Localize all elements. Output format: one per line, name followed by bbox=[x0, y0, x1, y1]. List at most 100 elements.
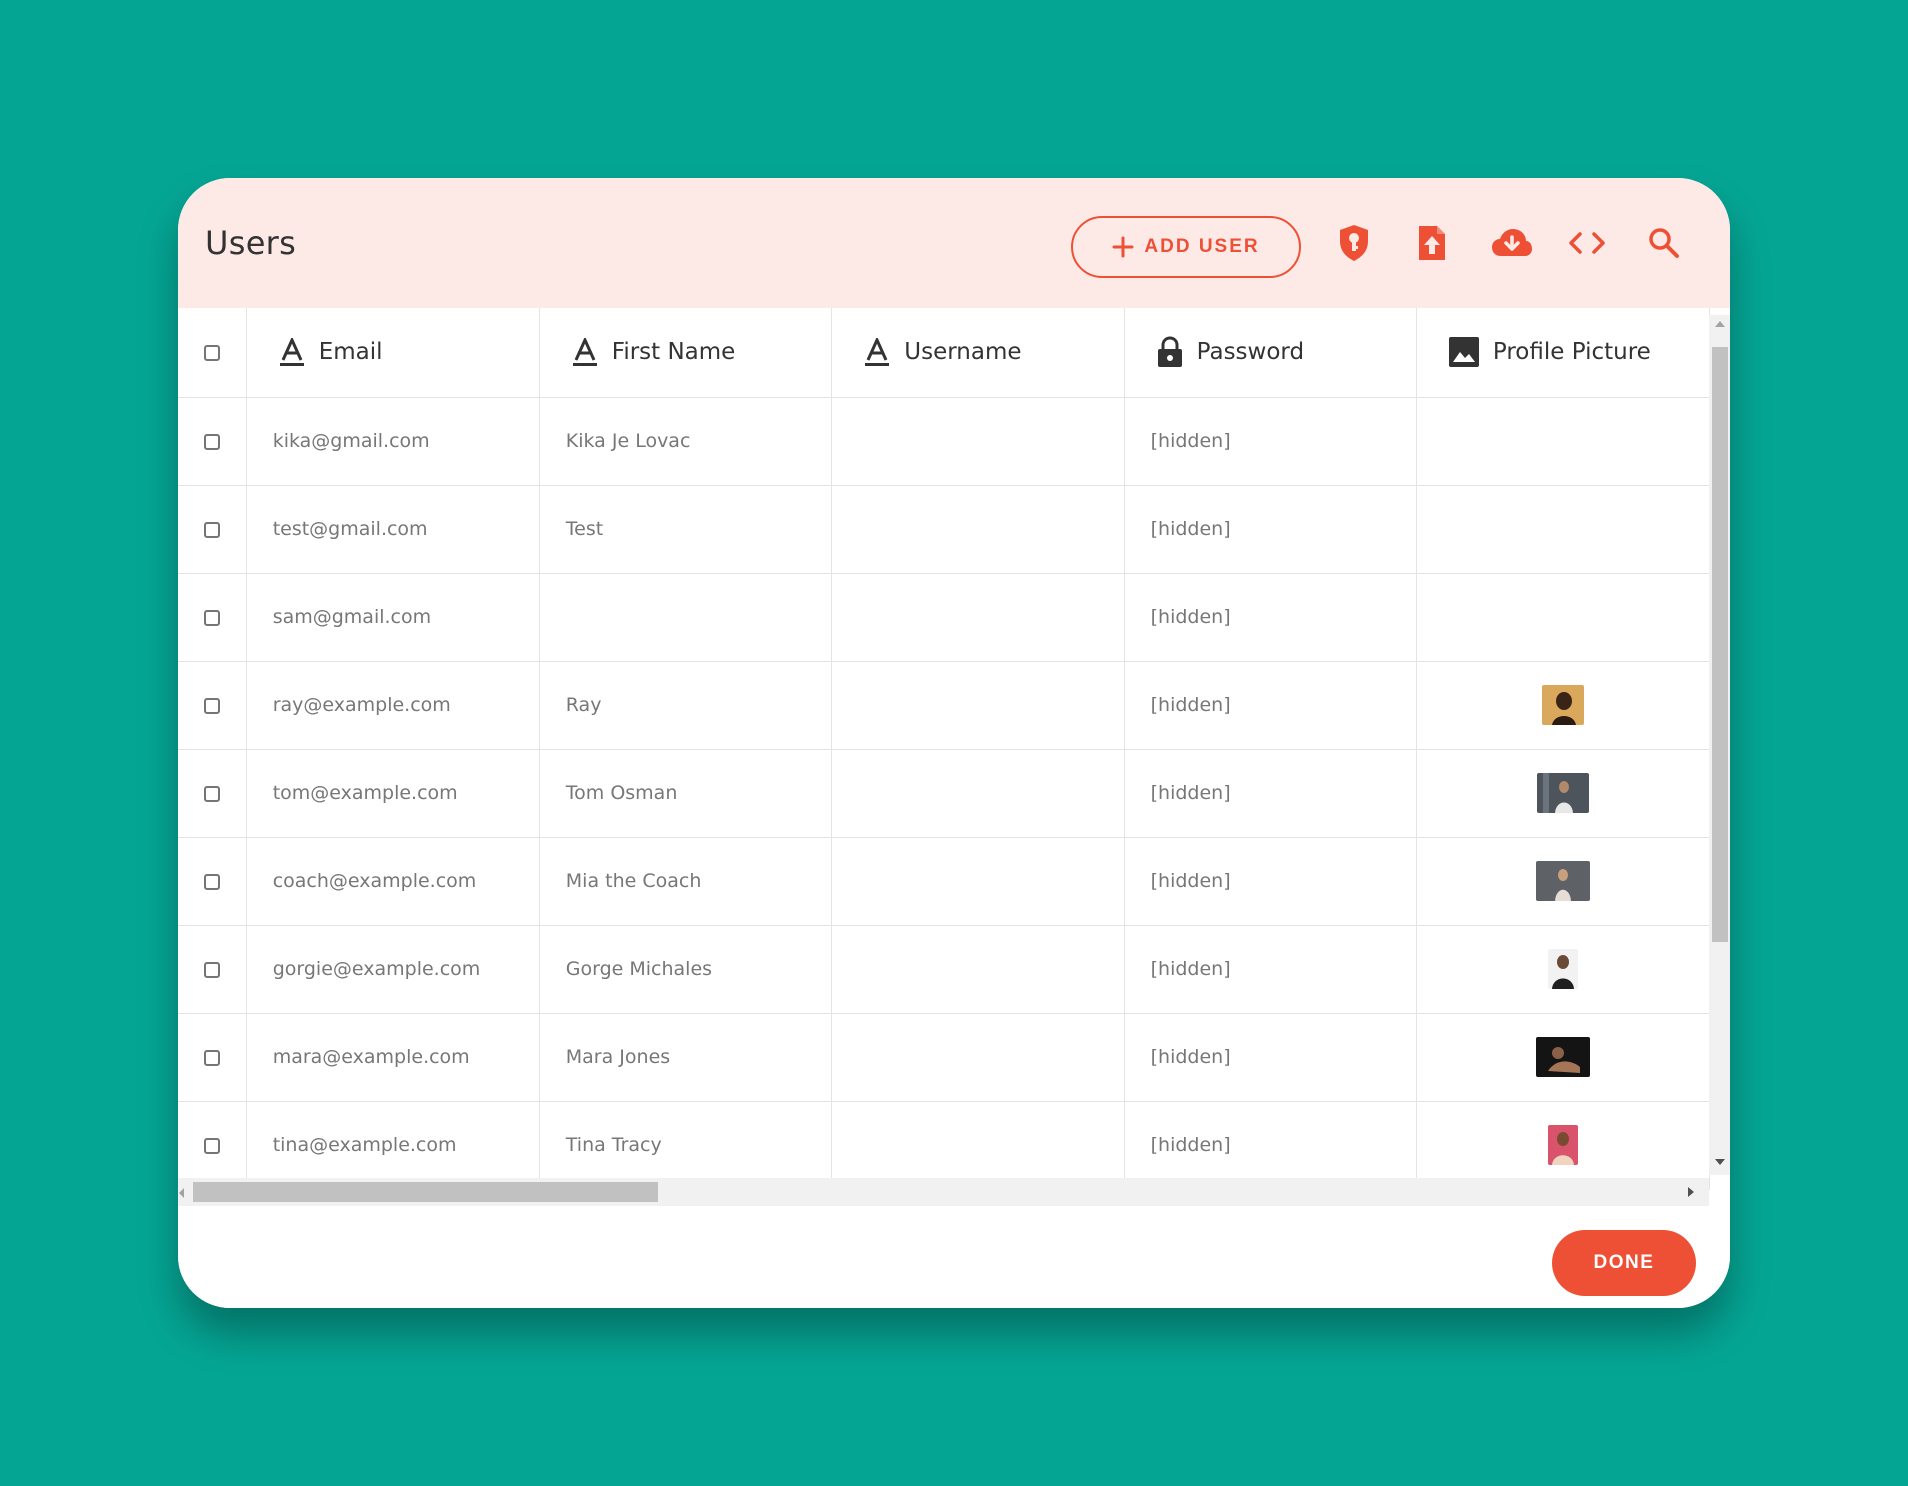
table-row[interactable]: gorgie@example.com Gorge Michales [hidde… bbox=[178, 925, 1710, 1014]
row-checkbox[interactable] bbox=[203, 609, 220, 626]
row-checkbox[interactable] bbox=[203, 697, 220, 714]
profile-picture-cell[interactable] bbox=[1416, 925, 1710, 1014]
profile-picture-cell[interactable] bbox=[1416, 661, 1710, 750]
profile-picture-cell[interactable] bbox=[1416, 485, 1710, 574]
scroll-down-arrow-icon[interactable] bbox=[1714, 1157, 1726, 1167]
table-row[interactable]: tina@example.com Tina Tracy [hidden] bbox=[178, 1101, 1710, 1190]
username-cell[interactable] bbox=[831, 1013, 1125, 1102]
column-header-profile-picture[interactable]: Profile Picture bbox=[1416, 308, 1710, 398]
profile-picture-thumbnail[interactable] bbox=[1535, 1037, 1590, 1077]
username-cell[interactable] bbox=[831, 1101, 1125, 1190]
first-name-cell[interactable]: Tina Tracy bbox=[539, 1101, 833, 1190]
column-header-email[interactable]: Email bbox=[246, 308, 540, 398]
row-checkbox[interactable] bbox=[203, 433, 220, 450]
first-name-cell[interactable]: Gorge Michales bbox=[539, 925, 833, 1014]
profile-picture-cell[interactable] bbox=[1416, 1101, 1710, 1190]
email-cell[interactable]: tom@example.com bbox=[246, 749, 540, 838]
username-cell[interactable] bbox=[831, 749, 1125, 838]
first-name-cell[interactable]: Mara Jones bbox=[539, 1013, 833, 1102]
password-cell[interactable]: [hidden] bbox=[1124, 1013, 1417, 1102]
username-cell[interactable] bbox=[831, 837, 1125, 926]
profile-picture-cell[interactable] bbox=[1416, 573, 1710, 662]
row-select-cell bbox=[178, 1101, 247, 1190]
row-checkbox[interactable] bbox=[203, 1049, 220, 1066]
shield-key-icon[interactable] bbox=[1330, 219, 1378, 267]
code-icon[interactable] bbox=[1563, 219, 1611, 267]
password-cell[interactable]: [hidden] bbox=[1124, 749, 1417, 838]
table-row[interactable]: sam@gmail.com [hidden] bbox=[178, 573, 1710, 662]
password-cell[interactable]: [hidden] bbox=[1124, 837, 1417, 926]
first-name-cell[interactable] bbox=[539, 573, 833, 662]
email-cell[interactable]: ray@example.com bbox=[246, 661, 540, 750]
upload-file-icon[interactable] bbox=[1408, 219, 1456, 267]
password-cell[interactable]: [hidden] bbox=[1124, 1101, 1417, 1190]
cloud-download-icon[interactable] bbox=[1483, 219, 1541, 267]
row-select-cell bbox=[178, 749, 247, 838]
search-icon[interactable] bbox=[1640, 219, 1688, 267]
row-select-cell bbox=[178, 485, 247, 574]
row-select-cell bbox=[178, 925, 247, 1014]
column-header-first-name[interactable]: First Name bbox=[539, 308, 833, 398]
email-cell[interactable]: coach@example.com bbox=[246, 837, 540, 926]
first-name-cell[interactable]: Test bbox=[539, 485, 833, 574]
users-table: Email First Name Username Password Profi… bbox=[178, 308, 1710, 1190]
profile-picture-cell[interactable] bbox=[1416, 397, 1710, 486]
row-checkbox[interactable] bbox=[203, 521, 220, 538]
profile-picture-cell[interactable] bbox=[1416, 837, 1710, 926]
vertical-scrollbar-thumb[interactable] bbox=[1712, 347, 1728, 942]
image-icon bbox=[1448, 337, 1479, 368]
profile-picture-thumbnail[interactable] bbox=[1535, 861, 1590, 901]
username-cell[interactable] bbox=[831, 397, 1125, 486]
profile-picture-thumbnail[interactable] bbox=[1536, 773, 1589, 813]
password-cell[interactable]: [hidden] bbox=[1124, 661, 1417, 750]
email-cell[interactable]: test@gmail.com bbox=[246, 485, 540, 574]
horizontal-scrollbar[interactable] bbox=[178, 1178, 1709, 1206]
horizontal-scrollbar-thumb[interactable] bbox=[193, 1182, 658, 1202]
email-cell[interactable]: tina@example.com bbox=[246, 1101, 540, 1190]
table-row[interactable]: ray@example.com Ray [hidden] bbox=[178, 661, 1710, 750]
row-checkbox[interactable] bbox=[203, 785, 220, 802]
first-name-cell[interactable]: Ray bbox=[539, 661, 833, 750]
profile-picture-thumbnail[interactable] bbox=[1547, 1125, 1578, 1165]
username-cell[interactable] bbox=[831, 661, 1125, 750]
password-cell[interactable]: [hidden] bbox=[1124, 925, 1417, 1014]
column-header-password[interactable]: Password bbox=[1124, 308, 1417, 398]
column-header-username[interactable]: Username bbox=[831, 308, 1125, 398]
email-cell[interactable]: kika@gmail.com bbox=[246, 397, 540, 486]
scroll-right-arrow-icon[interactable] bbox=[1686, 1186, 1696, 1198]
email-cell[interactable]: mara@example.com bbox=[246, 1013, 540, 1102]
profile-picture-thumbnail[interactable] bbox=[1541, 685, 1584, 725]
table-row[interactable]: coach@example.com Mia the Coach [hidden] bbox=[178, 837, 1710, 926]
column-label: Profile Picture bbox=[1492, 339, 1651, 366]
table-row[interactable]: kika@gmail.com Kika Je Lovac [hidden] bbox=[178, 397, 1710, 486]
email-cell[interactable]: gorgie@example.com bbox=[246, 925, 540, 1014]
users-table-container: Email First Name Username Password Profi… bbox=[178, 308, 1710, 1308]
email-cell[interactable]: sam@gmail.com bbox=[246, 573, 540, 662]
vertical-scrollbar[interactable] bbox=[1709, 315, 1730, 1175]
first-name-cell[interactable]: Mia the Coach bbox=[539, 837, 833, 926]
row-checkbox[interactable] bbox=[203, 873, 220, 890]
done-button[interactable]: DONE bbox=[1552, 1230, 1696, 1296]
username-cell[interactable] bbox=[831, 573, 1125, 662]
table-row[interactable]: mara@example.com Mara Jones [hidden] bbox=[178, 1013, 1710, 1102]
password-cell[interactable]: [hidden] bbox=[1124, 573, 1417, 662]
password-cell[interactable]: [hidden] bbox=[1124, 485, 1417, 574]
password-cell[interactable]: [hidden] bbox=[1124, 397, 1417, 486]
profile-picture-thumbnail[interactable] bbox=[1547, 949, 1578, 989]
first-name-cell[interactable]: Kika Je Lovac bbox=[539, 397, 833, 486]
users-dialog: Users ADD USER Email First Name Username… bbox=[178, 178, 1730, 1308]
scroll-up-arrow-icon[interactable] bbox=[1714, 319, 1726, 329]
scroll-left-arrow-icon[interactable] bbox=[178, 1187, 186, 1199]
profile-picture-cell[interactable] bbox=[1416, 749, 1710, 838]
username-cell[interactable] bbox=[831, 925, 1125, 1014]
add-user-button[interactable]: ADD USER bbox=[1071, 216, 1301, 278]
table-row[interactable]: test@gmail.com Test [hidden] bbox=[178, 485, 1710, 574]
row-checkbox[interactable] bbox=[203, 1137, 220, 1154]
profile-picture-cell[interactable] bbox=[1416, 1013, 1710, 1102]
column-label: Password bbox=[1196, 339, 1305, 366]
first-name-cell[interactable]: Tom Osman bbox=[539, 749, 833, 838]
username-cell[interactable] bbox=[831, 485, 1125, 574]
row-checkbox[interactable] bbox=[203, 961, 220, 978]
select-all-checkbox[interactable] bbox=[203, 344, 220, 361]
table-row[interactable]: tom@example.com Tom Osman [hidden] bbox=[178, 749, 1710, 838]
